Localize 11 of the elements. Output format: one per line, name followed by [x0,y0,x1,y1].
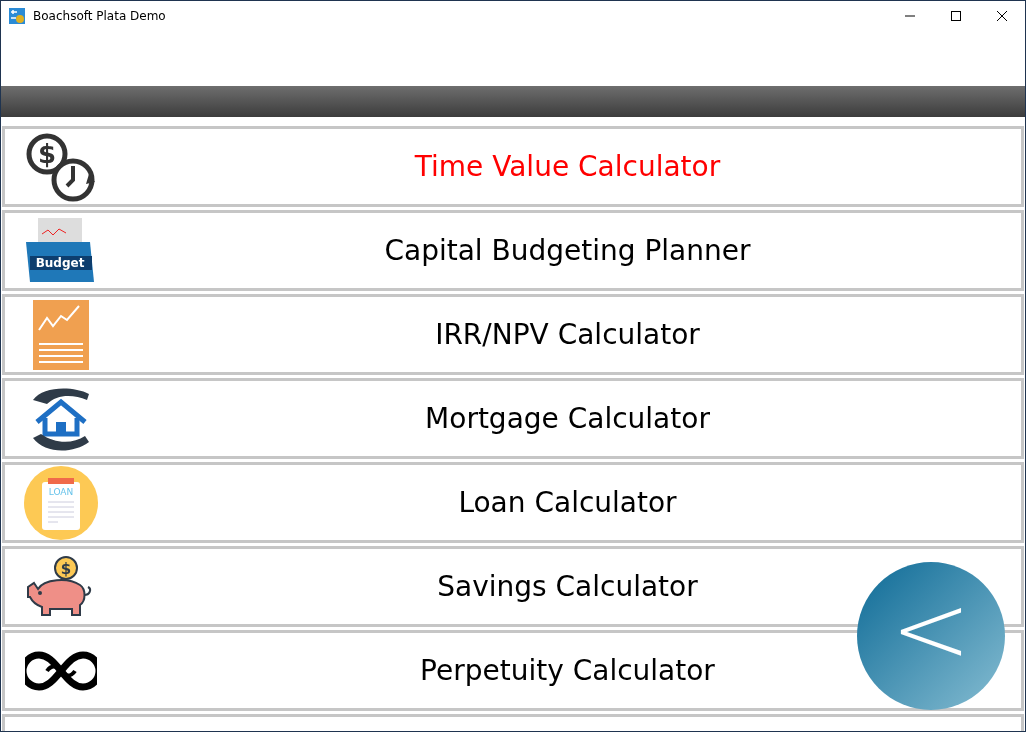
window-title: Boachsoft Plata Demo [33,8,167,25]
menu-item[interactable]: $ Time Value Calculator [2,126,1024,207]
menu-item[interactable]: IRR/NPV Calculator [2,294,1024,375]
app-icon [9,8,25,24]
maximize-icon [951,11,961,21]
clipboard-circle-icon: LOAN [24,465,98,540]
menu-item[interactable]: LOAN Loan Calculator [2,462,1024,543]
menu-item[interactable]: Budget Capital Budgeting Planner [2,210,1024,291]
close-icon [997,11,1007,21]
menu-item[interactable]: Mortgage Calculator [2,378,1024,459]
chart-document-icon [33,299,89,370]
